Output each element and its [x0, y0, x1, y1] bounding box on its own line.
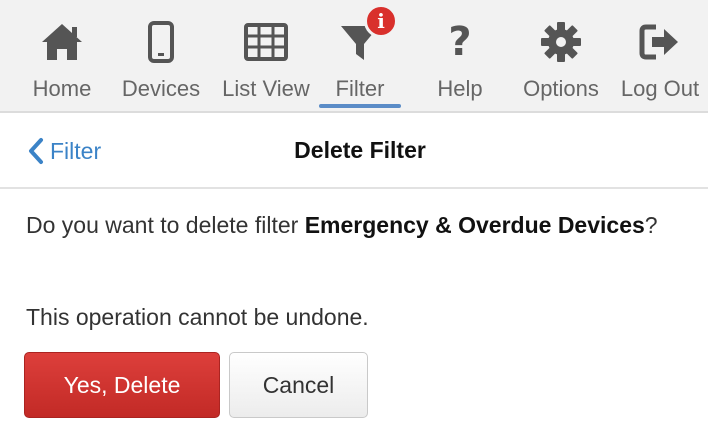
- page-title: Delete Filter: [294, 137, 426, 163]
- question-mark-icon: ?: [448, 19, 472, 65]
- toolbar-label-home: Home: [32, 76, 92, 101]
- toolbar-item-help[interactable]: ? Help: [418, 0, 502, 113]
- page-header: Filter Delete Filter: [0, 115, 708, 189]
- cancel-button[interactable]: Cancel: [229, 352, 368, 418]
- confirmation-question: Do you want to delete filter Emergency &…: [26, 208, 696, 242]
- delete-confirmation: Do you want to delete filter Emergency &…: [26, 208, 696, 242]
- top-toolbar: Home Devices List View i Filter ? Help O…: [0, 0, 708, 113]
- toolbar-item-options[interactable]: Options: [514, 0, 608, 113]
- toolbar-label-options: Options: [523, 76, 599, 101]
- mobile-device-icon: [137, 18, 185, 66]
- toolbar-item-home[interactable]: Home: [20, 0, 104, 113]
- toolbar-item-filter[interactable]: i Filter: [318, 0, 402, 113]
- toolbar-item-log-out[interactable]: Log Out: [614, 0, 706, 113]
- toolbar-label-list-view: List View: [222, 76, 310, 101]
- toolbar-item-list-view[interactable]: List View: [216, 0, 316, 113]
- toolbar-label-log-out: Log Out: [620, 76, 700, 101]
- question-suffix: ?: [644, 212, 658, 238]
- grid-icon: [242, 18, 290, 66]
- toolbar-item-devices[interactable]: Devices: [116, 0, 206, 113]
- warning-text: This operation cannot be undone.: [26, 304, 369, 330]
- filter-funnel-icon: i: [336, 4, 398, 66]
- log-out-icon: [636, 18, 684, 66]
- confirm-delete-button[interactable]: Yes, Delete: [24, 352, 220, 418]
- filter-name: Emergency & Overdue Devices: [304, 212, 645, 238]
- active-tab-indicator: [319, 104, 401, 108]
- question-prefix: Do you want to delete filter: [26, 212, 305, 238]
- gear-icon: [537, 18, 585, 66]
- filter-alert-badge: i: [364, 4, 398, 38]
- toolbar-label-filter: Filter: [335, 76, 385, 101]
- toolbar-label-devices: Devices: [121, 76, 201, 101]
- home-icon: [38, 18, 86, 66]
- toolbar-label-help: Help: [437, 76, 483, 101]
